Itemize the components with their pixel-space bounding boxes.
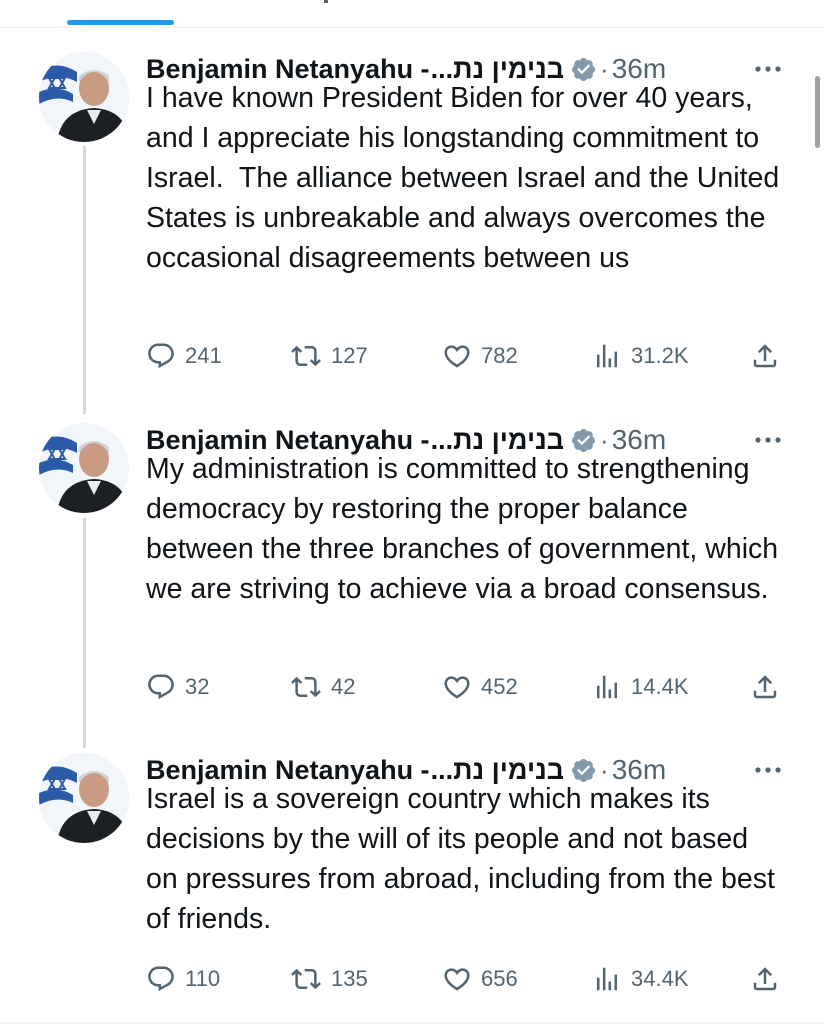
views-count: 34.4K: [631, 966, 689, 991]
retweet-button[interactable]: 135: [290, 961, 368, 997]
views-button[interactable]: 31.2K: [592, 338, 689, 374]
tweet-actions: 110 135 656 34.4K: [146, 961, 796, 997]
retweet-button[interactable]: 42: [290, 669, 355, 705]
views-count: 31.2K: [631, 343, 689, 368]
retweet-icon: [290, 672, 322, 702]
heart-icon: [442, 964, 472, 994]
share-button[interactable]: [750, 961, 780, 997]
avatar[interactable]: [39, 753, 129, 843]
like-count: 656: [481, 966, 518, 991]
active-tab-indicator: [67, 20, 174, 25]
retweet-button[interactable]: 127: [290, 338, 368, 374]
header-divider: [0, 27, 824, 28]
share-button[interactable]: [750, 338, 780, 374]
avatar[interactable]: [39, 52, 129, 142]
share-icon: [750, 964, 780, 994]
tweet-text: Israel is a sovereign country which make…: [146, 783, 783, 935]
tweet[interactable]: Benjamin Netanyahu - בנימין נת... · 36m …: [0, 423, 824, 723]
views-button[interactable]: 34.4K: [592, 961, 689, 997]
retweet-count: 135: [331, 966, 368, 991]
reply-button[interactable]: 110: [146, 961, 220, 997]
share-icon: [750, 341, 780, 371]
tweet-actions: 32 42 452 14.4K: [146, 669, 796, 705]
views-chart-icon: [592, 341, 622, 371]
like-count: 452: [481, 674, 518, 699]
retweet-icon: [290, 964, 322, 994]
tweet-actions: 241 127 782 31.2K: [146, 338, 796, 374]
like-button[interactable]: 782: [442, 338, 518, 374]
reply-icon: [146, 672, 176, 702]
tweet[interactable]: Benjamin Netanyahu - בנימין נת... · 36m …: [0, 52, 824, 392]
retweet-count: 127: [331, 343, 368, 368]
reply-button[interactable]: 32: [146, 669, 209, 705]
tab-label-fragment: [324, 0, 328, 3]
views-chart-icon: [592, 964, 622, 994]
share-icon: [750, 672, 780, 702]
views-count: 14.4K: [631, 674, 689, 699]
views-chart-icon: [592, 672, 622, 702]
reply-button[interactable]: 241: [146, 338, 222, 374]
like-button[interactable]: 656: [442, 961, 518, 997]
reply-icon: [146, 964, 176, 994]
reply-icon: [146, 341, 176, 371]
tweet[interactable]: Benjamin Netanyahu - בנימין נת... · 36m …: [0, 753, 824, 1013]
retweet-icon: [290, 341, 322, 371]
reply-count: 32: [185, 674, 210, 699]
views-button[interactable]: 14.4K: [592, 669, 689, 705]
tweet-text: I have known President Biden for over 40…: [146, 82, 788, 274]
like-button[interactable]: 452: [442, 669, 518, 705]
avatar[interactable]: [39, 423, 129, 513]
like-count: 782: [481, 343, 518, 368]
heart-icon: [442, 341, 472, 371]
retweet-count: 42: [331, 674, 356, 699]
reply-count: 241: [185, 343, 222, 368]
reply-count: 110: [185, 966, 221, 991]
tweet-text: My administration is committed to streng…: [146, 453, 787, 605]
share-button[interactable]: [750, 669, 780, 705]
heart-icon: [442, 672, 472, 702]
